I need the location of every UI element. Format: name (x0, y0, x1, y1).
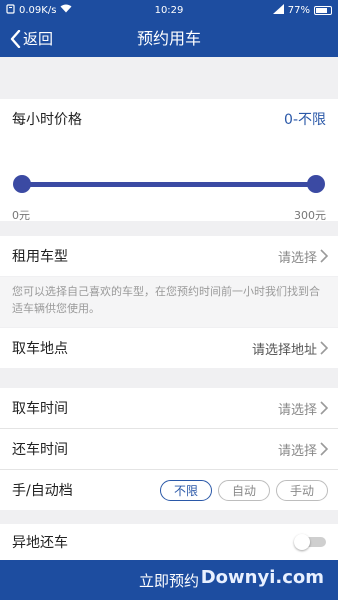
pickup-time-value: 请选择 (278, 399, 328, 418)
transmission-options: 不限 自动 手动 (160, 479, 328, 501)
transmission-row: 手/自动档 不限 自动 手动 (0, 470, 338, 510)
transmission-option-any[interactable]: 不限 (160, 479, 212, 501)
chevron-right-icon (320, 341, 328, 355)
price-range-value: 0-不限 (284, 112, 326, 128)
price-min-label: 0元 (12, 209, 30, 222)
car-type-value: 请选择 (278, 247, 328, 266)
transmission-label: 手/自动档 (12, 483, 73, 499)
car-type-hint: 您可以选择自己喜欢的车型，在您预约时间前一小时我们找到合适车辆供您使用。 (0, 277, 338, 327)
price-max-label: 300元 (294, 209, 326, 222)
clock: 10:29 (154, 4, 184, 16)
remote-return-toggle[interactable] (294, 534, 328, 550)
price-slider-max-handle[interactable] (307, 175, 325, 193)
chevron-right-icon (320, 249, 328, 263)
return-time-row[interactable]: 还车时间 请选择 (0, 429, 338, 469)
pickup-location-row[interactable]: 取车地点 请选择地址 (0, 328, 338, 368)
price-slider-min-handle[interactable] (13, 175, 31, 193)
chevron-right-icon (320, 442, 328, 456)
car-type-row[interactable]: 租用车型 请选择 (0, 236, 338, 276)
pickup-time-placeholder: 请选择 (277, 402, 317, 418)
toggle-thumb (294, 534, 310, 550)
price-slider-track[interactable] (22, 182, 316, 187)
status-bar: 0.09K/s 10:29 77% (0, 0, 338, 20)
pickup-time-row[interactable]: 取车时间 请选择 (0, 388, 338, 428)
price-label: 每小时价格 (12, 112, 82, 128)
car-type-placeholder: 请选择 (277, 250, 317, 266)
pickup-location-value: 请选择地址 (252, 339, 328, 358)
page-title: 预约用车 (136, 29, 201, 48)
watermark-logo: Downyi.com (200, 567, 324, 588)
remote-return-label: 异地还车 (12, 535, 68, 551)
chevron-right-icon (320, 401, 328, 415)
pickup-location-label: 取车地点 (12, 341, 68, 357)
car-type-label: 租用车型 (12, 249, 68, 265)
battery-icon (314, 5, 332, 15)
transmission-option-auto[interactable]: 自动 (218, 479, 270, 501)
return-time-value: 请选择 (278, 440, 328, 459)
transmission-option-manual[interactable]: 手动 (276, 479, 328, 501)
remote-return-row: 异地还车 (0, 524, 338, 560)
return-time-placeholder: 请选择 (277, 443, 317, 459)
return-time-label: 还车时间 (12, 442, 68, 458)
app-header: 返回 预约用车 (0, 20, 338, 57)
pickup-time-label: 取车时间 (12, 401, 68, 417)
pickup-location-placeholder: 请选择地址 (251, 342, 317, 358)
